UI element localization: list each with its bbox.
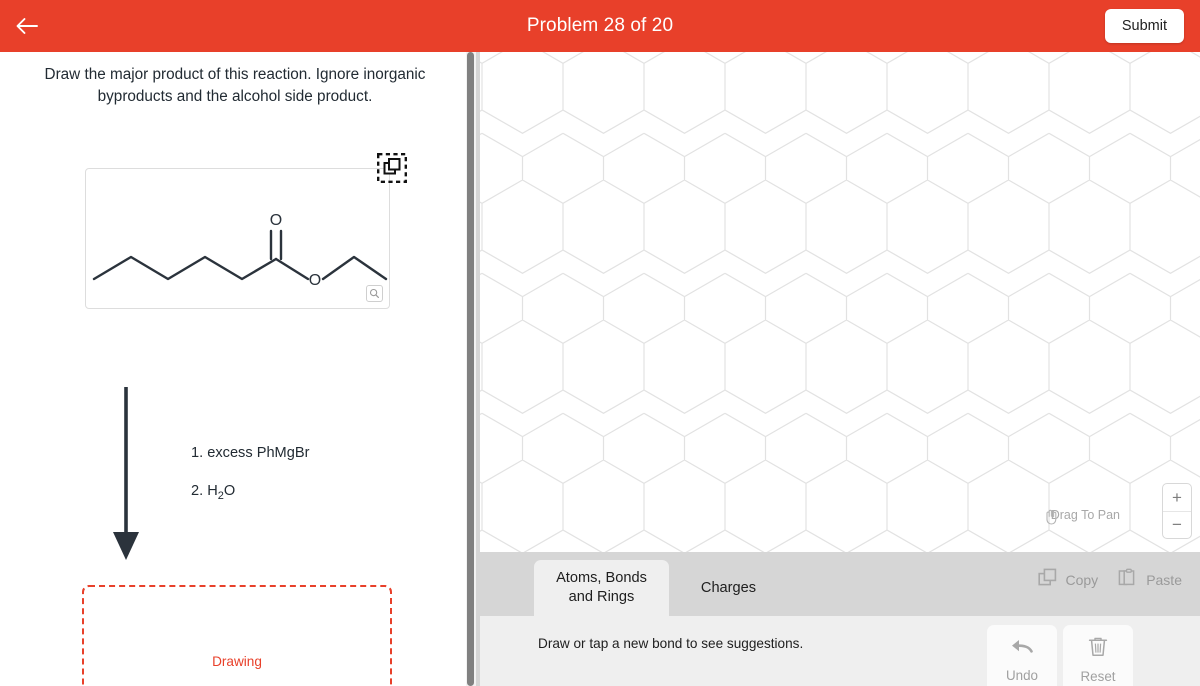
condition-2-reagent-post: O (223, 483, 236, 499)
undo-button[interactable]: Undo (987, 625, 1057, 686)
editor-toolbar: Atoms, Bonds and Rings Charges Copy Past… (480, 552, 1200, 686)
reaction-arrow-icon (113, 387, 139, 560)
paste-label: Paste (1146, 571, 1182, 588)
undo-arrow-icon (1010, 637, 1034, 660)
tab-charges-label: Charges (700, 579, 757, 596)
tab-atoms-bonds-and-rings[interactable]: Atoms, Bonds and Rings (534, 560, 669, 616)
suggestion-hint: Draw or tap a new bond to see suggestion… (538, 636, 804, 651)
reaction-condition-2: 2. H2O (191, 483, 235, 502)
app-root: Problem 28 of 20 Submit Draw the major p… (0, 0, 1200, 686)
reset-label: Reset (1080, 669, 1116, 684)
reactant-molecule-card[interactable]: O O (85, 153, 408, 309)
editor-action-buttons: Undo Reset (987, 625, 1133, 686)
trash-icon (1088, 636, 1108, 661)
condition-2-step: 2. (191, 483, 204, 499)
reset-button[interactable]: Reset (1063, 625, 1133, 686)
ester-oxygen-label: O (309, 272, 321, 289)
drawing-canvas[interactable]: Drag To Pan + − (480, 52, 1200, 552)
paste-button[interactable]: Paste (1118, 568, 1182, 591)
clipboard-actions: Copy Paste (1037, 568, 1182, 591)
toolbar-tabbar: Atoms, Bonds and Rings Charges Copy Past… (480, 552, 1200, 616)
question-prompt: Draw the major product of this reaction.… (44, 66, 426, 105)
reactant-structure: O O (92, 212, 388, 289)
zoom-out-button[interactable]: − (1163, 512, 1191, 539)
copy-button[interactable]: Copy (1037, 568, 1099, 591)
undo-label: Undo (1005, 668, 1038, 683)
answer-dropzone[interactable]: Drawing (82, 585, 392, 686)
submit-button[interactable]: Submit (1104, 9, 1184, 43)
carbonyl-oxygen-label: O (270, 212, 282, 229)
tab-charges[interactable]: Charges (676, 560, 781, 616)
tab-atoms-line1: Atoms, Bonds (556, 570, 647, 587)
clipboard-icon (1118, 568, 1138, 591)
hex-grid (480, 52, 1200, 552)
condition-1-reagent: excess PhMgBr (207, 445, 310, 461)
copy-icon (1037, 568, 1058, 591)
page-title: Problem 28 of 20 (526, 15, 674, 36)
top-bar: Problem 28 of 20 Submit (0, 0, 1200, 52)
zoom-in-button[interactable]: + (1163, 484, 1191, 511)
tab-atoms-line2: and Rings (568, 589, 635, 605)
toolbar-hint-bar: Draw or tap a new bond to see suggestion… (480, 616, 1200, 686)
dropzone-label: Drawing (212, 653, 262, 669)
zoom-controls: + − (1162, 483, 1192, 539)
reaction-condition-1: 1. excess PhMgBr (191, 445, 309, 461)
condition-2-reagent-pre: H (207, 483, 218, 499)
condition-1-step: 1. (191, 445, 204, 461)
reaction-arrow-group: 1. excess PhMgBr 2. H2O (105, 382, 405, 572)
question-panel: Draw the major product of this reaction.… (0, 52, 470, 686)
magnifier-icon[interactable] (366, 285, 383, 302)
copy-structure-icon[interactable] (377, 153, 408, 184)
left-panel-scrollbar-thumb[interactable] (467, 52, 474, 686)
copy-label: Copy (1065, 571, 1099, 588)
